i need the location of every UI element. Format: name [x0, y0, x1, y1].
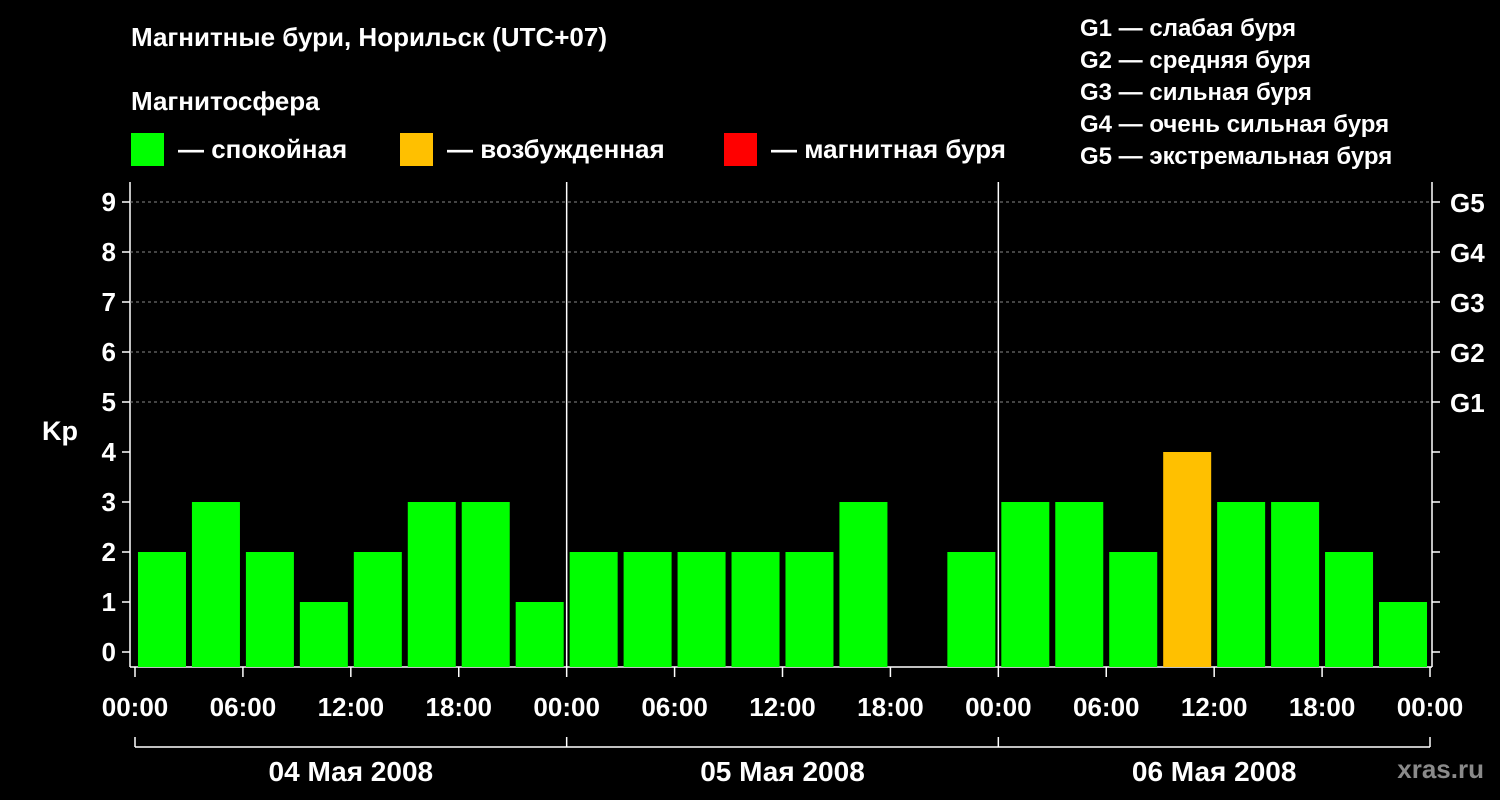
y-tick-label-2: 2 — [102, 537, 116, 567]
x-tick-label-5: 06:00 — [641, 692, 708, 722]
y-tick-label-0: 0 — [102, 637, 116, 667]
bar-17 — [1055, 502, 1104, 667]
bar-13 — [839, 502, 888, 667]
bar-0 — [137, 552, 186, 667]
right-axis-label-g2: G2 — [1450, 338, 1485, 368]
right-axis-label-g1: G1 — [1450, 388, 1485, 418]
y-tick-label-7: 7 — [102, 287, 116, 317]
x-tick-label-11: 18:00 — [1289, 692, 1356, 722]
bar-23 — [1379, 602, 1428, 667]
bar-15 — [947, 552, 996, 667]
y-tick-label-3: 3 — [102, 487, 116, 517]
x-tick-label-3: 18:00 — [426, 692, 493, 722]
x-tick-label-2: 12:00 — [318, 692, 385, 722]
bar-2 — [245, 552, 294, 667]
right-axis-label-g4: G4 — [1450, 238, 1485, 268]
bar-4 — [353, 552, 402, 667]
x-tick-label-4: 00:00 — [533, 692, 600, 722]
bar-18 — [1109, 552, 1158, 667]
bar-8 — [569, 552, 618, 667]
day-label-1: 05 Мая 2008 — [700, 756, 865, 787]
kp-chart: 0 1 2 3 4 5 6 7 8 9 G1 G2 G3 G4 G5 Kp 00:00 06:00 12:00 18:… — [42, 182, 1485, 787]
y-tick-label-6: 6 — [102, 337, 116, 367]
y-tick-label-9: 9 — [102, 187, 116, 217]
day-label-0: 04 Мая 2008 — [269, 756, 434, 787]
x-tick-label-12: 00:00 — [1397, 692, 1464, 722]
x-tick-label-8: 00:00 — [965, 692, 1032, 722]
x-tick-label-7: 18:00 — [857, 692, 924, 722]
x-tick-label-10: 12:00 — [1181, 692, 1248, 722]
bar-12 — [785, 552, 834, 667]
bar-6 — [461, 502, 510, 667]
bar-22 — [1325, 552, 1374, 667]
bar-7 — [515, 602, 564, 667]
watermark: xras.ru — [1397, 754, 1484, 784]
y-tick-label-4: 4 — [102, 437, 117, 467]
y-tick-label-5: 5 — [102, 387, 116, 417]
bar-3 — [299, 602, 348, 667]
day-label-2: 06 Мая 2008 — [1132, 756, 1297, 787]
bar-16 — [1001, 502, 1050, 667]
y-axis-label: Kp — [42, 416, 78, 446]
right-axis-label-g5: G5 — [1450, 188, 1485, 218]
x-tick-label-9: 06:00 — [1073, 692, 1140, 722]
x-tick-label-1: 06:00 — [210, 692, 277, 722]
right-axis-label-g3: G3 — [1450, 288, 1485, 318]
x-tick-label-6: 12:00 — [749, 692, 816, 722]
bar-10 — [677, 552, 726, 667]
y-tick-label-8: 8 — [102, 237, 116, 267]
bar-9 — [623, 552, 672, 667]
bar-21 — [1271, 502, 1320, 667]
bar-11 — [731, 552, 780, 667]
bar-20 — [1217, 502, 1266, 667]
bar-19 — [1163, 452, 1212, 667]
y-tick-label-1: 1 — [102, 587, 116, 617]
x-tick-label-0: 00:00 — [102, 692, 169, 722]
bar-1 — [191, 502, 240, 667]
bar-5 — [407, 502, 456, 667]
